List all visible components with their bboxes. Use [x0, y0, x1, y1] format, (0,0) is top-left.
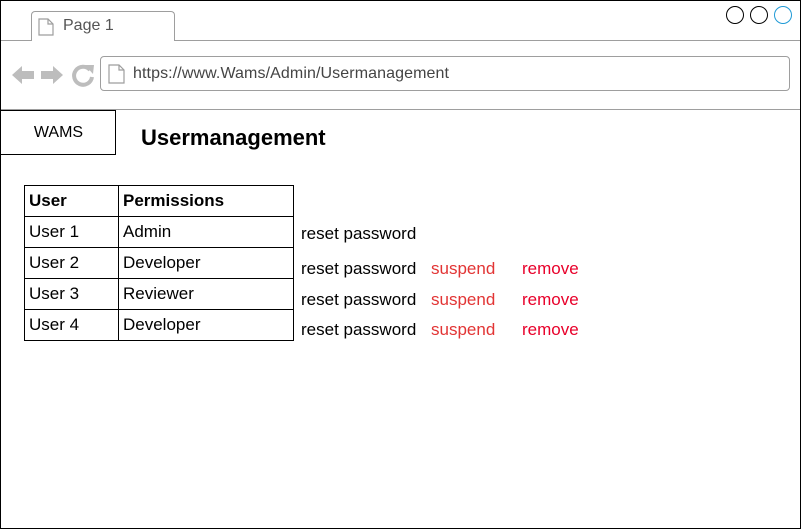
table-row: User 2 Developer — [24, 247, 294, 279]
document-icon — [38, 18, 54, 36]
url-text[interactable]: https://www.Wams/Admin/Usermanagement — [133, 65, 449, 83]
brand-logo-box[interactable]: WAMS — [1, 110, 116, 155]
window-control-circle[interactable] — [774, 6, 792, 24]
column-header-permissions: Permissions — [118, 185, 294, 217]
brand-name: WAMS — [33, 124, 84, 141]
table-row: User 4 Developer — [24, 309, 294, 341]
users-table: User Permissions User 1 Admin User 2 Dev… — [24, 185, 294, 341]
browser-tab[interactable]: Page 1 — [31, 11, 175, 41]
remove-link[interactable]: remove — [522, 320, 579, 340]
user-cell: User 2 — [24, 247, 119, 279]
reset-password-link[interactable]: reset password — [301, 290, 416, 310]
permission-cell: Reviewer — [118, 278, 294, 310]
document-icon — [108, 64, 125, 84]
table-row: User 3 Reviewer — [24, 278, 294, 310]
remove-link[interactable]: remove — [522, 290, 579, 310]
permission-cell: Developer — [118, 247, 294, 279]
permission-cell: Developer — [118, 309, 294, 341]
back-arrow-icon[interactable] — [10, 62, 36, 88]
window-control-circle[interactable] — [750, 6, 768, 24]
suspend-link[interactable]: suspend — [431, 290, 495, 310]
reset-password-link[interactable]: reset password — [301, 224, 416, 244]
permission-cell: Admin — [118, 216, 294, 248]
reload-icon[interactable] — [70, 62, 96, 88]
reset-password-link[interactable]: reset password — [301, 320, 416, 340]
table-header-row: User Permissions — [24, 185, 294, 217]
browser-chrome: Page 1 https://www.Wams/Admin/Usermanage… — [1, 1, 800, 110]
tab-label: Page 1 — [63, 17, 114, 34]
reset-password-link[interactable]: reset password — [301, 259, 416, 279]
remove-link[interactable]: remove — [522, 259, 579, 279]
window-control-circle[interactable] — [726, 6, 744, 24]
forward-arrow-icon[interactable] — [39, 62, 65, 88]
address-bar[interactable]: https://www.Wams/Admin/Usermanagement — [100, 56, 790, 91]
browser-window: Page 1 https://www.Wams/Admin/Usermanage… — [0, 0, 801, 529]
page-title: Usermanagement — [141, 125, 326, 150]
suspend-link[interactable]: suspend — [431, 259, 495, 279]
column-header-user: User — [24, 185, 119, 217]
user-cell: User 4 — [24, 309, 119, 341]
user-cell: User 1 — [24, 216, 119, 248]
suspend-link[interactable]: suspend — [431, 320, 495, 340]
user-cell: User 3 — [24, 278, 119, 310]
table-row: User 1 Admin — [24, 216, 294, 248]
